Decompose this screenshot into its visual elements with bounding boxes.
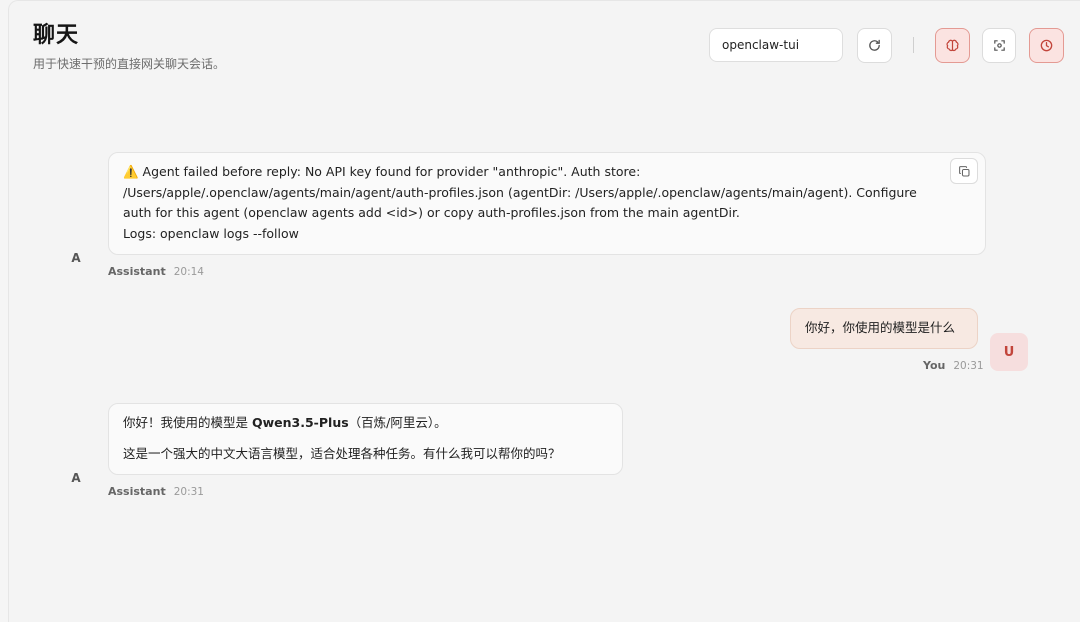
copy-icon xyxy=(958,165,969,176)
assistant-message: ⚠️ Agent failed before reply: No API key… xyxy=(108,152,986,255)
page-title: 聊天 xyxy=(33,23,80,48)
message-sender: You xyxy=(923,359,946,372)
history-toggle-button[interactable] xyxy=(1029,28,1064,63)
session-value: openclaw-tui xyxy=(722,38,800,52)
message-meta: Assistant 20:31 xyxy=(108,485,204,498)
page-subtitle: 用于快速干预的直接网关聊天会话。 xyxy=(33,57,226,71)
brain-icon xyxy=(946,39,959,52)
focus-icon xyxy=(993,40,1005,51)
message-text: 你好！我使用的模型是 xyxy=(123,415,252,430)
message-line: 这是一个强大的中文大语言模型，适合处理各种任务。有什么我可以帮你的吗？ xyxy=(123,445,561,461)
message-time: 20:31 xyxy=(953,360,984,372)
message-text: （百炼/阿里云）。 xyxy=(348,415,447,430)
thinking-toggle-button[interactable] xyxy=(935,28,970,63)
user-avatar: U xyxy=(990,333,1028,371)
focus-button[interactable] xyxy=(982,28,1016,63)
user-message: 你好，你使用的模型是什么 xyxy=(790,308,978,349)
chat-app: 聊天 用于快速干预的直接网关聊天会话。 openclaw-tui ⚠️ Agen… xyxy=(8,0,1080,622)
message-logs: Logs: openclaw logs --follow xyxy=(123,225,299,241)
message-line: 你好！我使用的模型是 Qwen3.5-Plus（百炼/阿里云）。 xyxy=(123,413,608,434)
message-sender: Assistant xyxy=(108,485,166,498)
message-time: 20:31 xyxy=(173,486,204,498)
message-meta: You 20:31 xyxy=(923,359,984,372)
message-meta: Assistant 20:14 xyxy=(108,265,204,278)
assistant-message: 你好！我使用的模型是 Qwen3.5-Plus（百炼/阿里云）。 这是一个强大的… xyxy=(108,403,623,475)
model-name: Qwen3.5-Plus xyxy=(251,415,349,430)
clock-icon xyxy=(1040,39,1053,52)
toolbar-divider xyxy=(913,37,914,53)
message-time: 20:14 xyxy=(173,266,204,278)
copy-button[interactable] xyxy=(950,158,978,184)
assistant-avatar: A xyxy=(71,471,81,485)
message-text: ⚠️ Agent failed before reply: No API key… xyxy=(123,164,917,220)
refresh-icon xyxy=(869,39,880,51)
message-text: 你好，你使用的模型是什么 xyxy=(805,320,956,336)
assistant-avatar: A xyxy=(71,251,81,265)
message-sender: Assistant xyxy=(108,265,166,278)
session-select[interactable]: openclaw-tui xyxy=(709,28,843,62)
refresh-button[interactable] xyxy=(857,28,892,63)
